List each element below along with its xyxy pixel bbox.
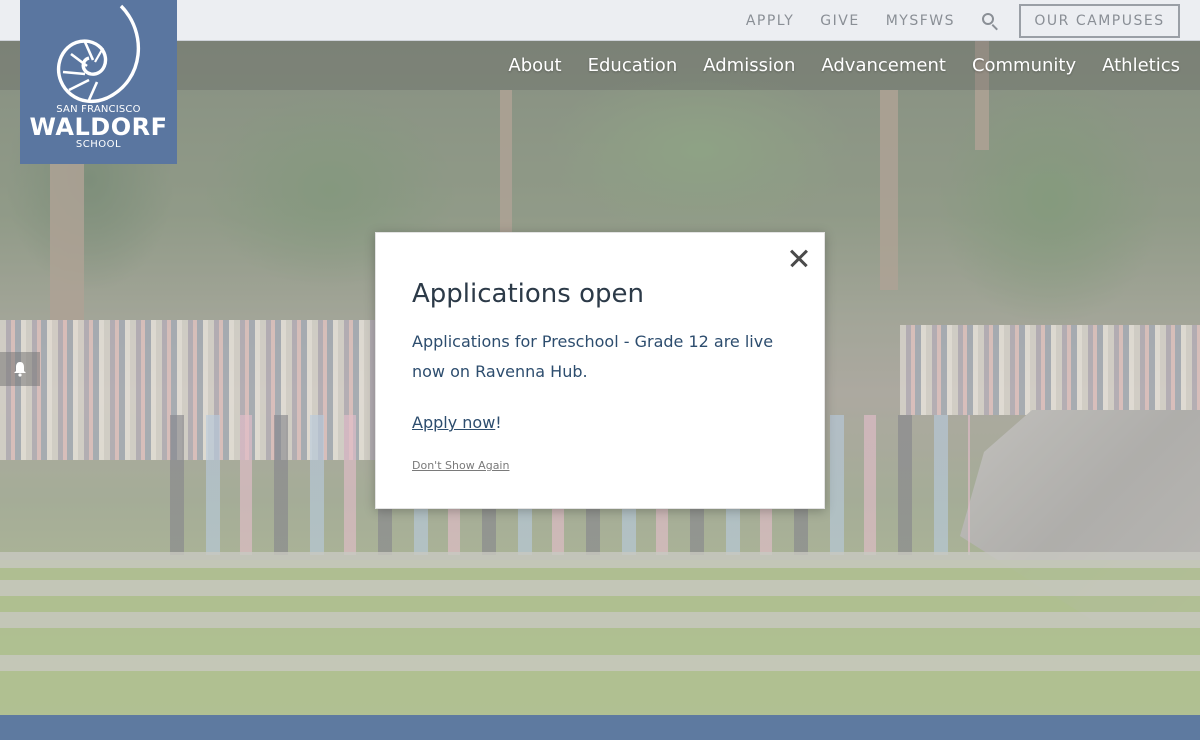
school-logo[interactable]: SAN FRANCISCO WALDORF SCHOOL [20, 0, 177, 164]
search-icon[interactable] [981, 12, 999, 30]
nav-advancement[interactable]: Advancement [821, 55, 946, 76]
mysfws-link[interactable]: MYSFWS [886, 13, 955, 29]
apply-link[interactable]: APPLY [746, 13, 794, 29]
modal-title: Applications open [412, 279, 644, 309]
nautilus-icon [56, 4, 140, 104]
utility-bar: APPLY GIVE MYSFWS OUR CAMPUSES [0, 0, 1200, 41]
dont-show-again-link[interactable]: Don't Show Again [412, 459, 509, 472]
main-navigation: About Education Admission Advancement Co… [0, 41, 1200, 90]
notification-bell-tab[interactable] [0, 352, 40, 386]
footer-band [0, 715, 1200, 740]
utility-links: APPLY GIVE MYSFWS OUR CAMPUSES [746, 0, 1180, 41]
apply-now-suffix: ! [495, 413, 502, 432]
nav-about[interactable]: About [508, 55, 561, 76]
modal-body-text: Applications for Preschool - Grade 12 ar… [412, 332, 774, 381]
apply-now-line: Apply now! [412, 413, 502, 432]
nav-community[interactable]: Community [972, 55, 1076, 76]
applications-modal: Applications open Applications for Presc… [375, 232, 825, 509]
apply-now-link[interactable]: Apply now [412, 413, 495, 432]
logo-text-school: SCHOOL [75, 139, 122, 150]
give-link[interactable]: GIVE [820, 13, 859, 29]
our-campuses-button[interactable]: OUR CAMPUSES [1019, 3, 1180, 38]
nav-education[interactable]: Education [588, 55, 678, 76]
nav-athletics[interactable]: Athletics [1102, 55, 1180, 76]
bell-icon [14, 362, 26, 377]
close-icon[interactable] [788, 247, 810, 269]
nav-admission[interactable]: Admission [703, 55, 795, 76]
logo-text-waldorf: WALDORF [29, 113, 168, 141]
